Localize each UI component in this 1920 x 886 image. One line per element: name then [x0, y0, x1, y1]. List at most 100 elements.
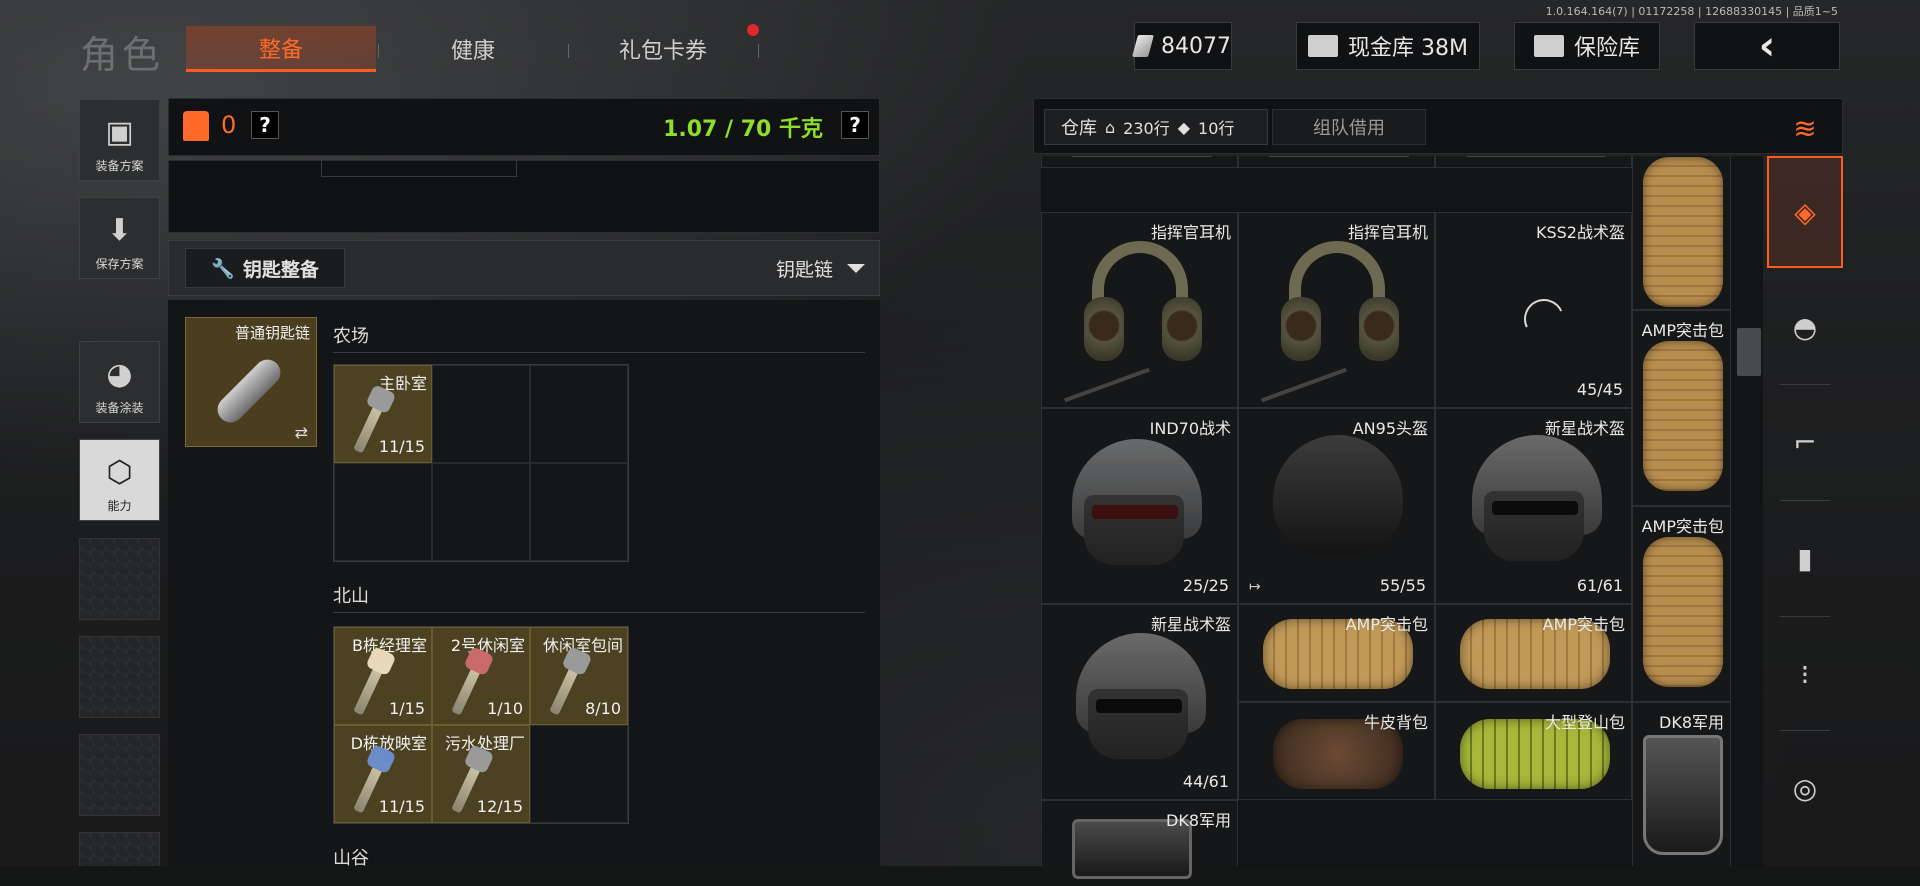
item-cell[interactable]: 指挥官耳机: [1041, 212, 1238, 408]
weight-help-icon[interactable]: ?: [841, 111, 869, 139]
insurance-vault-button[interactable]: 保险库: [1514, 22, 1660, 70]
filter-weapon-button[interactable]: ⌐: [1767, 386, 1843, 498]
currency-display: 84077: [1132, 22, 1232, 70]
nav-loadout-plan[interactable]: ▣ 装备方案: [79, 99, 160, 181]
vest-icon: ▣: [105, 114, 134, 150]
item-cell[interactable]: AMP突击包: [1238, 604, 1435, 702]
key-slot[interactable]: 2号休闲室 1/10: [432, 627, 530, 725]
key-slot[interactable]: 休闲室包间 8/10: [530, 627, 628, 725]
swap-icon[interactable]: ⇄: [295, 423, 308, 442]
tab-loadout[interactable]: 整备: [186, 26, 376, 72]
nav-label: 装备方案: [95, 159, 144, 173]
nav-save-plan[interactable]: ⬇ 保存方案: [79, 197, 160, 279]
keychain-dropdown-label: 钥匙链: [775, 259, 833, 281]
item-cell[interactable]: AMP突击包: [1632, 506, 1731, 702]
safe-icon: [1533, 35, 1564, 57]
item-cell[interactable]: [1041, 156, 1238, 168]
item-name: 新星战术盔: [1544, 419, 1625, 438]
item-cell[interactable]: AMP突击包: [1632, 310, 1731, 506]
nav-slot-empty: [79, 636, 160, 718]
divider: [1780, 730, 1830, 731]
bottom-bar: [0, 866, 1920, 886]
keychain-slot[interactable]: 普通钥匙链 ⇄: [185, 317, 317, 447]
item-name: AN95头盔: [1352, 419, 1428, 438]
nav-ability[interactable]: ⬡ 能力: [79, 439, 160, 521]
weight-label: 1.07 / 70 千克: [663, 117, 823, 142]
item-durability: 55/55: [1379, 576, 1426, 595]
cash-vault-label: 现金库 38M: [1348, 36, 1468, 61]
item-cell[interactable]: [1238, 156, 1435, 168]
tab-gift-coupons[interactable]: 礼包卡券: [570, 26, 756, 72]
item-durability: 61/61: [1576, 576, 1623, 595]
nav-equipment-skin[interactable]: ◕ 装备涂装: [79, 341, 160, 423]
item-cell[interactable]: 大型登山包: [1435, 702, 1632, 800]
helmet-paint-icon: ◕: [106, 356, 133, 392]
key-slot-empty[interactable]: [530, 463, 628, 561]
help-icon[interactable]: ?: [251, 111, 279, 139]
helmet-icon: [1462, 435, 1612, 565]
currency-amount: 84077: [1161, 33, 1231, 59]
item-cell[interactable]: [1435, 156, 1632, 168]
key-slot-empty[interactable]: [530, 725, 628, 823]
chevron-left-icon: ‹: [1758, 23, 1776, 69]
insurance-label: 保险库: [1573, 36, 1640, 61]
item-cell[interactable]: IND70战术 25/25: [1041, 408, 1238, 604]
key-slot-empty[interactable]: [334, 463, 432, 561]
filter-scope-button[interactable]: ◎: [1767, 732, 1843, 844]
key-slot-empty[interactable]: [530, 365, 628, 463]
tab-health[interactable]: 健康: [380, 26, 566, 72]
key-slot[interactable]: B栋经理室 1/15: [334, 627, 432, 725]
item-name: AMP突击包: [1542, 615, 1625, 634]
armor-vest-icon: [183, 111, 209, 141]
sort-refresh-button[interactable]: ≋: [1767, 100, 1843, 156]
item-cell[interactable]: [1632, 156, 1731, 310]
region-divider: [333, 612, 865, 613]
nav-label: 装备涂装: [95, 401, 144, 415]
helmet-icon: [1062, 439, 1212, 569]
item-name: IND70战术: [1149, 419, 1231, 438]
item-cell[interactable]: 新星战术盔 61/61: [1435, 408, 1632, 604]
key-slot[interactable]: 主卧室 11/15: [334, 365, 432, 463]
key-count: 1/10: [487, 699, 523, 718]
back-button[interactable]: ‹: [1694, 22, 1840, 70]
item-cell[interactable]: DK8军用: [1632, 702, 1731, 886]
chevron-down-icon: [847, 264, 865, 273]
item-cell[interactable]: 牛皮背包: [1238, 702, 1435, 800]
tab-team-borrow[interactable]: 组队借用: [1272, 109, 1426, 145]
slot-frame: [321, 159, 517, 177]
cash-icon: [1132, 35, 1154, 57]
item-durability: 25/25: [1182, 576, 1229, 595]
key-slot-empty[interactable]: [432, 463, 530, 561]
ammo-icon: ⁝: [1800, 657, 1810, 691]
filter-helmet-button[interactable]: ◓: [1767, 272, 1843, 382]
item-cell[interactable]: AMP突击包: [1435, 604, 1632, 702]
filter-ammo-button[interactable]: ⁝: [1767, 618, 1843, 730]
key-count: 1/15: [389, 699, 425, 718]
item-cell[interactable]: 指挥官耳机: [1238, 212, 1435, 408]
nav-slot-empty: [79, 734, 160, 816]
version-label: 1.0.164.164(7) | 01172258 | 12688330145 …: [1545, 5, 1838, 18]
item-cell[interactable]: KSS2战术盔 45/45: [1435, 212, 1632, 408]
key-slot[interactable]: 污水处理厂 12/15: [432, 725, 530, 823]
region-title: 农场: [333, 326, 369, 347]
backpack-icon: [1643, 341, 1723, 491]
item-durability: 45/45: [1576, 380, 1623, 399]
key-slot-empty[interactable]: [432, 365, 530, 463]
stack-refresh-icon: ≋: [1793, 111, 1817, 145]
item-name: DK8军用: [1659, 713, 1724, 732]
item-cell[interactable]: AN95头盔 ↦ 55/55: [1238, 408, 1435, 604]
key-slot[interactable]: D栋放映室 11/15: [334, 725, 432, 823]
keychain-dropdown[interactable]: 钥匙链: [776, 255, 865, 282]
filter-all-button[interactable]: ◈: [1767, 156, 1843, 268]
key-loadout-button[interactable]: 🔧 钥匙整备: [185, 248, 345, 288]
warehouse-scrollbar[interactable]: [1737, 328, 1761, 376]
warehouse-tab-label: 仓库: [1061, 118, 1097, 139]
notification-dot: [747, 24, 759, 36]
tab-warehouse[interactable]: 仓库 ⌂ 230行 ◆ 10行: [1044, 109, 1268, 145]
item-cell[interactable]: 新星战术盔 44/61: [1041, 604, 1238, 800]
warehouse-header: 仓库 ⌂ 230行 ◆ 10行 组队借用: [1033, 98, 1843, 154]
key-grid-north-mountain: B栋经理室 1/15 2号休闲室 1/10 休闲室包间 8/10 D栋放映室 1…: [333, 626, 629, 824]
key-grid-farm: 主卧室 11/15: [333, 364, 629, 562]
cash-vault-button[interactable]: 现金库 38M: [1296, 22, 1480, 70]
filter-magazine-button[interactable]: ▮: [1767, 502, 1843, 614]
